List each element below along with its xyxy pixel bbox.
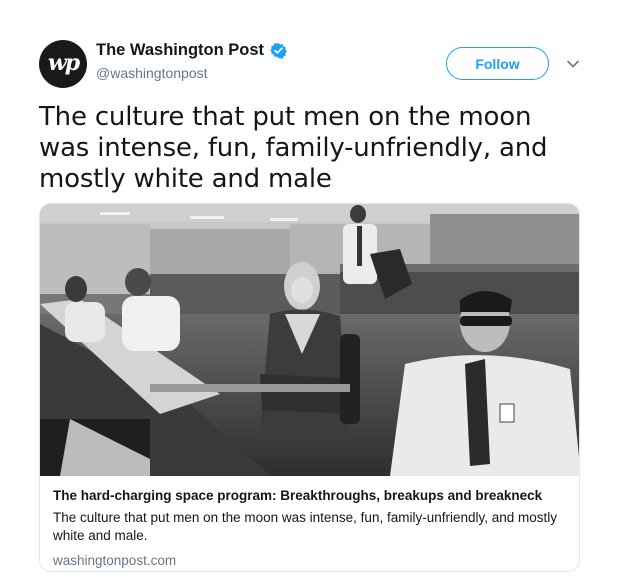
card-photo[interactable]	[40, 204, 580, 476]
handle[interactable]: @washingtonpost	[96, 65, 287, 81]
card-domain[interactable]: washingtonpost.com	[53, 553, 573, 568]
tweet-text: The culture that put men on the moon was…	[39, 102, 548, 194]
tweet: wp The Washington Post @washingtonpost F…	[0, 0, 620, 577]
avatar[interactable]: wp	[39, 40, 87, 88]
display-name[interactable]: The Washington Post	[96, 41, 264, 60]
name-row: The Washington Post	[96, 41, 287, 60]
card-title[interactable]: The hard-charging space program: Breakth…	[53, 487, 573, 504]
verified-badge-icon	[270, 43, 287, 59]
follow-button[interactable]: Follow	[446, 47, 549, 80]
link-card[interactable]: The hard-charging space program: Breakth…	[39, 203, 580, 572]
card-description: The culture that put men on the moon was…	[53, 510, 558, 543]
avatar-logo-text: wp	[47, 50, 80, 76]
card-body: The hard-charging space program: Breakth…	[53, 487, 573, 568]
chevron-down-icon[interactable]	[566, 58, 580, 70]
author-info: The Washington Post @washingtonpost	[96, 41, 287, 81]
